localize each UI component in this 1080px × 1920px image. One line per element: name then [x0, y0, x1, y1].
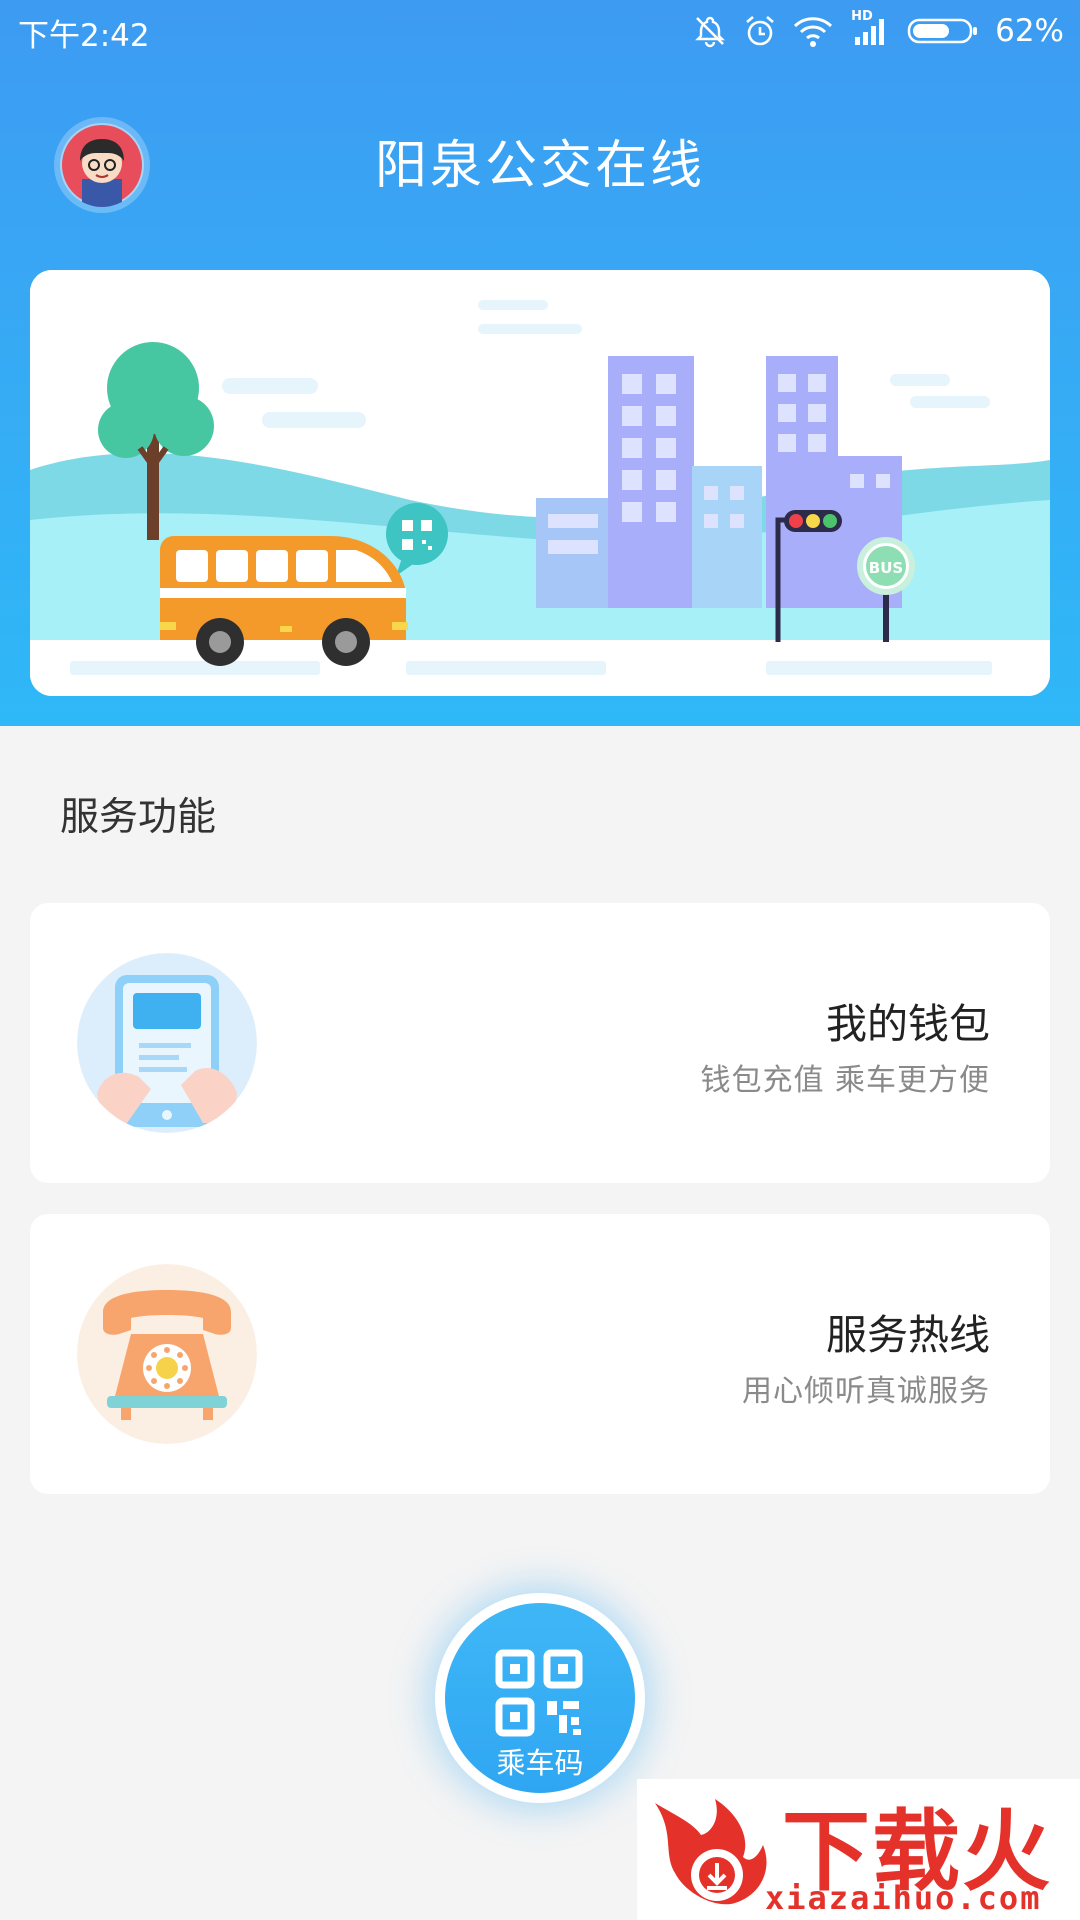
- telephone-icon: [77, 1264, 257, 1444]
- qr-code-icon: [495, 1649, 583, 1737]
- wallet-subtitle: 钱包充值 乘车更方便: [700, 1063, 990, 1098]
- status-icons: HD 62%: [693, 8, 1064, 54]
- wallet-phone-icon: [77, 953, 257, 1133]
- ride-code-label: 乘车码: [496, 1746, 584, 1780]
- signal-icon: HD: [849, 9, 891, 49]
- watermark-logo: 下载火 xiazaihuo.com: [637, 1779, 1080, 1920]
- app-header: 下午2:42 HD 62% 阳泉公交在线 BUS: [0, 0, 1080, 726]
- watermark-url: xiazaihuo.com: [765, 1879, 1042, 1917]
- ride-code-button[interactable]: 乘车码: [435, 1593, 645, 1803]
- bus-stop-sign: BUS: [869, 559, 903, 577]
- banner-illustration: BUS: [30, 270, 1050, 696]
- wallet-card[interactable]: 我的钱包 钱包充值 乘车更方便: [30, 903, 1050, 1183]
- fire-download-icon: [655, 1799, 767, 1905]
- mute-icon: [695, 16, 725, 48]
- app-title: 阳泉公交在线: [374, 136, 705, 196]
- hotline-card[interactable]: 服务热线 用心倾听真诚服务: [30, 1214, 1050, 1494]
- status-time: 下午2:42: [18, 18, 150, 54]
- wifi-icon: [794, 17, 833, 47]
- wallet-title: 我的钱包: [826, 1000, 990, 1048]
- alarm-icon: [746, 16, 774, 46]
- battery-percent: 62%: [995, 13, 1064, 49]
- hotline-title: 服务热线: [826, 1311, 990, 1359]
- section-title: 服务功能: [60, 795, 217, 840]
- battery-icon: [907, 18, 978, 44]
- ride-code-button-inner[interactable]: 乘车码: [445, 1603, 635, 1793]
- hotline-subtitle: 用心倾听真诚服务: [742, 1374, 990, 1409]
- status-bar: 下午2:42 HD 62%: [0, 0, 1080, 62]
